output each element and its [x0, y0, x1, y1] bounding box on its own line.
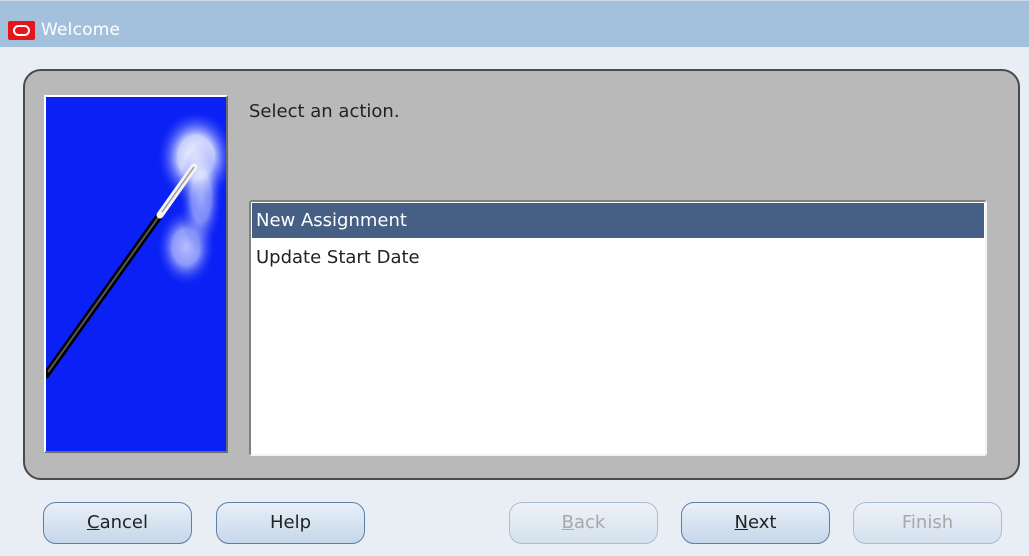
back-label-rest: ack — [574, 512, 606, 533]
finish-label: Finish — [901, 512, 954, 533]
prompt-text: Select an action. — [249, 101, 400, 122]
cancel-button[interactable]: Cancel — [43, 502, 192, 544]
help-button[interactable]: Help — [216, 502, 365, 544]
welcome-window: Welcome Select an action. New Assignment… — [0, 0, 1029, 556]
window-title: Welcome — [41, 20, 121, 40]
list-item[interactable]: Update Start Date — [252, 240, 984, 275]
finish-button[interactable]: Finish — [853, 502, 1002, 544]
next-mnemonic: N — [734, 512, 748, 533]
next-label-rest: ext — [748, 512, 777, 533]
list-item[interactable]: New Assignment — [252, 203, 984, 238]
help-label: Help — [269, 512, 312, 533]
title-bar: Welcome — [0, 0, 1029, 47]
cancel-mnemonic: C — [87, 512, 100, 533]
oracle-logo-icon — [8, 21, 35, 40]
magic-wand-icon — [44, 95, 228, 453]
back-button[interactable]: Back — [509, 502, 658, 544]
cancel-label-rest: ancel — [99, 512, 148, 533]
back-mnemonic: B — [561, 512, 574, 533]
action-list[interactable]: New Assignment Update Start Date — [249, 200, 987, 456]
next-button[interactable]: Next — [681, 502, 830, 544]
